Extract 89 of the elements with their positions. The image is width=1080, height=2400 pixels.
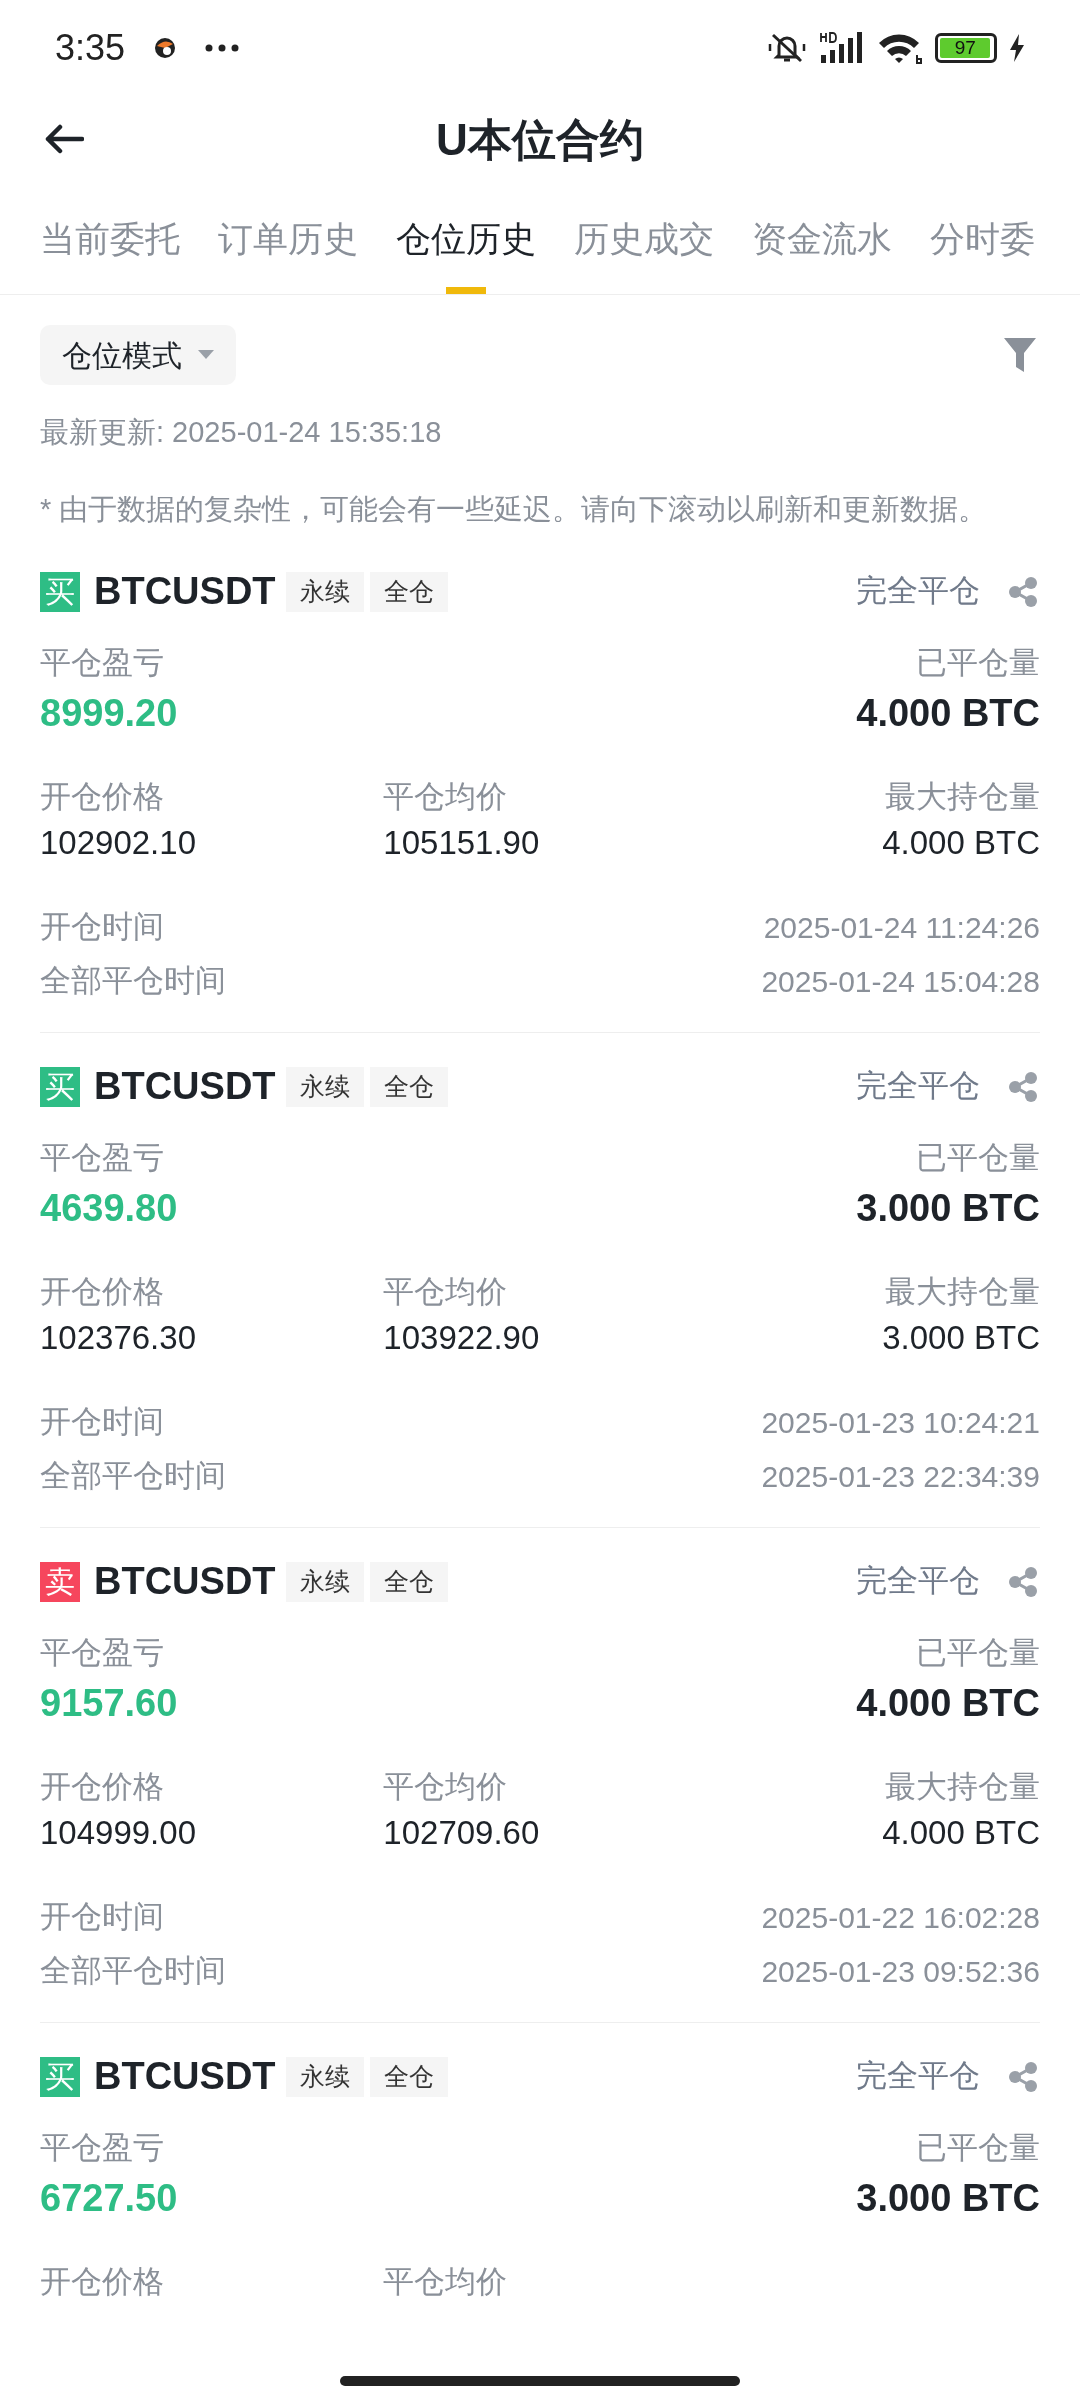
- field-label: 平仓盈亏: [40, 2129, 164, 2168]
- tag: 永续: [285, 2056, 364, 2097]
- status-text: 完全平仓: [856, 572, 980, 611]
- more-icon: [205, 43, 240, 52]
- status-time: 3:35: [55, 25, 126, 70]
- charging-icon: [1009, 33, 1025, 62]
- pnl-value: 6727.50: [40, 2176, 178, 2221]
- open-price: 102376.30: [40, 1317, 196, 1358]
- max-position: 4.000 BTC: [882, 1812, 1040, 1853]
- status-text: 完全平仓: [856, 2057, 980, 2096]
- tag: 全仓: [369, 571, 448, 612]
- pnl-value: 4639.80: [40, 1186, 178, 1231]
- mode-dropdown[interactable]: 仓位模式: [40, 325, 236, 385]
- share-icon[interactable]: [1006, 1564, 1040, 1599]
- share-icon[interactable]: [1006, 574, 1040, 609]
- closed-quantity: 4.000 BTC: [856, 691, 1040, 736]
- field-label: 平仓均价: [382, 1767, 508, 1806]
- tag: 全仓: [369, 2056, 448, 2097]
- side-badge: 买: [40, 2056, 80, 2097]
- field-label: 全部平仓时间: [40, 1952, 226, 1991]
- field-label: 开仓价格: [40, 2262, 164, 2301]
- average-close-price: 103922.90: [382, 1317, 540, 1358]
- average-close-price: 102709.60: [382, 1812, 540, 1853]
- max-position: 3.000 BTC: [882, 1317, 1040, 1358]
- tag: 永续: [285, 1561, 364, 1602]
- open-price: 102902.10: [40, 822, 196, 863]
- app-notification-icon: [153, 35, 178, 60]
- tab[interactable]: 分时委: [930, 185, 1035, 294]
- field-label: 开仓价格: [40, 1767, 164, 1806]
- tag: 永续: [285, 571, 364, 612]
- share-icon[interactable]: [1006, 1069, 1040, 1104]
- field-label: 开仓价格: [40, 777, 164, 816]
- field-label: 最大持仓量: [885, 1272, 1040, 1311]
- caret-icon: [198, 350, 214, 360]
- field-label: 开仓时间: [40, 908, 164, 947]
- field-label: 平仓盈亏: [40, 644, 164, 683]
- field-label: 平仓均价: [382, 777, 508, 816]
- symbol-text: BTCUSDT: [94, 1559, 276, 1604]
- battery-level: 97: [954, 38, 976, 57]
- field-label: 最大持仓量: [885, 777, 1040, 816]
- field-label: 已平仓量: [916, 644, 1040, 683]
- field-label: 已平仓量: [916, 1634, 1040, 1673]
- signal-icon: [819, 30, 865, 65]
- share-icon[interactable]: [1006, 2059, 1040, 2094]
- symbol-text: BTCUSDT: [94, 569, 276, 614]
- pnl-value: 9157.60: [40, 1681, 178, 1726]
- tab[interactable]: 历史成交: [574, 185, 714, 294]
- field-label: 已平仓量: [916, 2129, 1040, 2168]
- side-badge: 买: [40, 571, 80, 612]
- open-price: 104999.00: [40, 1812, 196, 1853]
- max-position: 4.000 BTC: [882, 822, 1040, 863]
- field-label: 平仓盈亏: [40, 1139, 164, 1178]
- field-label: 平仓盈亏: [40, 1634, 164, 1673]
- average-close-price: 105151.90: [382, 822, 540, 863]
- tag: 永续: [285, 1066, 364, 1107]
- open-time: 2025-01-22 16:02:28: [761, 1900, 1040, 1936]
- pnl-value: 8999.20: [40, 691, 178, 736]
- symbol-text: BTCUSDT: [94, 2054, 276, 2099]
- field-label: 已平仓量: [916, 1139, 1040, 1178]
- tab[interactable]: 资金流水: [752, 185, 892, 294]
- field-label: 最大持仓量: [885, 1767, 1040, 1806]
- tab[interactable]: 仓位历史: [396, 185, 536, 294]
- page-title: U本位合约: [436, 114, 644, 166]
- last-update-text: 最新更新: 2025-01-24 15:35:18: [39, 415, 443, 450]
- closed-quantity: 3.000 BTC: [856, 2176, 1040, 2221]
- side-badge: 买: [40, 1066, 80, 1107]
- tab[interactable]: 当前委托: [40, 185, 180, 294]
- side-badge: 卖: [40, 1561, 80, 1602]
- field-label: 开仓时间: [40, 1403, 164, 1442]
- symbol-text: BTCUSDT: [94, 1064, 276, 1109]
- close-time: 2025-01-23 22:34:39: [761, 1459, 1040, 1495]
- field-label: 全部平仓时间: [40, 1457, 226, 1496]
- closed-quantity: 4.000 BTC: [856, 1681, 1040, 1726]
- closed-quantity: 3.000 BTC: [856, 1186, 1040, 1231]
- tab[interactable]: 订单历史: [218, 185, 358, 294]
- close-time: 2025-01-24 15:04:28: [761, 964, 1040, 1000]
- field-label: 平仓均价: [382, 1272, 508, 1311]
- field-label: 全部平仓时间: [40, 962, 226, 1001]
- field-label: 平仓均价: [382, 2262, 508, 2301]
- status-text: 完全平仓: [856, 1562, 980, 1601]
- notice-text: * 由于数据的复杂性，可能会有一些延迟。请向下滚动以刷新和更新数据。: [39, 491, 989, 527]
- status-text: 完全平仓: [856, 1067, 980, 1106]
- tag: 全仓: [369, 1066, 448, 1107]
- field-label: 开仓时间: [40, 1898, 164, 1937]
- field-label: 开仓价格: [40, 1272, 164, 1311]
- close-time: 2025-01-23 09:52:36: [761, 1954, 1040, 1990]
- tag: 全仓: [369, 1561, 448, 1602]
- open-time: 2025-01-24 11:24:26: [763, 910, 1040, 946]
- open-time: 2025-01-23 10:24:21: [761, 1405, 1040, 1441]
